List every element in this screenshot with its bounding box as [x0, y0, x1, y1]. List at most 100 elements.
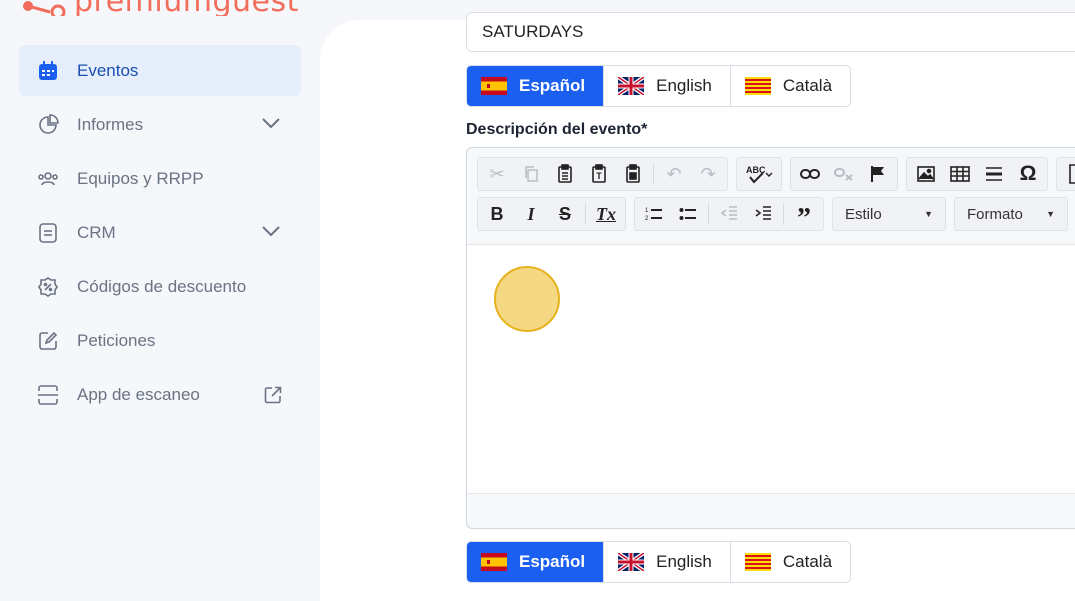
- sidebar-item-label: CRM: [77, 222, 116, 242]
- brand-name: premiumguest: [74, 0, 299, 16]
- tab-espanol[interactable]: Español: [467, 542, 605, 582]
- sidebar-item-peticiones[interactable]: Peticiones: [19, 315, 301, 366]
- italic-icon[interactable]: I: [514, 199, 548, 229]
- description-language-tabs: Español English Català: [466, 65, 852, 107]
- sidebar-item-crm[interactable]: CRM: [19, 207, 301, 258]
- dropdown-arrow-icon: ▼: [924, 209, 933, 219]
- uk-flag-icon: [618, 77, 645, 95]
- redo-icon[interactable]: ↷: [691, 159, 725, 189]
- chevron-down-icon[interactable]: [261, 117, 281, 129]
- paste-word-icon[interactable]: [616, 159, 650, 189]
- format-select[interactable]: Formato ▼: [954, 197, 1068, 231]
- logo-mark-icon: [23, 1, 66, 16]
- chevron-down-icon[interactable]: [261, 225, 281, 237]
- tab-catala[interactable]: Català: [731, 542, 850, 582]
- spain-flag-icon: [481, 553, 507, 571]
- scan-icon: [37, 384, 59, 406]
- sidebar-item-label: Eventos: [77, 60, 139, 80]
- sidebar-item-app-escaneo[interactable]: App de escaneo: [19, 369, 301, 420]
- blockquote-icon[interactable]: ”: [787, 199, 821, 234]
- spellcheck-icon[interactable]: ABC: [739, 159, 779, 189]
- outdent-icon[interactable]: [712, 199, 746, 229]
- brand-logo[interactable]: premiumguest: [20, 0, 299, 16]
- toolbar-separator: [585, 203, 586, 225]
- spain-flag-icon: [481, 77, 507, 95]
- tab-label: Català: [782, 76, 833, 95]
- image-icon[interactable]: [909, 159, 943, 189]
- external-link-icon: [264, 386, 282, 404]
- second-language-tabs: Español English Català: [466, 541, 852, 583]
- event-name-value: SATURDAYS: [482, 22, 584, 41]
- toolbar-separator: [708, 203, 709, 225]
- style-select-label: Estilo: [845, 205, 882, 223]
- strikethrough-icon[interactable]: S: [548, 199, 582, 229]
- sidebar-item-label: Códigos de descuento: [77, 276, 247, 296]
- toolbar-separator: [653, 163, 654, 185]
- sidebar-item-informes[interactable]: Informes: [19, 99, 301, 150]
- indent-icon[interactable]: [746, 199, 780, 229]
- tab-catala[interactable]: Català: [731, 66, 850, 106]
- tab-label: Español: [519, 552, 586, 571]
- link-icon[interactable]: [793, 159, 827, 189]
- document-icon: [37, 222, 59, 244]
- list-group: 12 ”: [634, 197, 824, 234]
- edit-icon: [37, 330, 59, 352]
- bulleted-list-icon[interactable]: [671, 199, 705, 229]
- anchor-flag-icon[interactable]: [861, 159, 895, 189]
- svg-text:1: 1: [645, 208, 649, 214]
- paste-text-icon[interactable]: T: [582, 159, 616, 189]
- svg-text:T: T: [596, 171, 602, 181]
- sidebar-item-label: Peticiones: [77, 330, 156, 350]
- catalonia-flag-icon: [744, 77, 771, 95]
- table-icon[interactable]: [943, 159, 977, 189]
- remove-format-icon[interactable]: Tx: [589, 199, 623, 229]
- sidebar-item-label: Informes: [77, 114, 144, 134]
- numbered-list-icon[interactable]: 12: [637, 199, 671, 229]
- toolbar-separator: [783, 203, 784, 225]
- sidebar-item-label: App de escaneo: [77, 384, 200, 404]
- sidebar-item-equipos[interactable]: Equipos y RRPP: [19, 153, 301, 204]
- sidebar-item-eventos[interactable]: Eventos: [19, 45, 301, 96]
- paste-icon[interactable]: [548, 159, 582, 189]
- editor-toolbar-row-2: B I S Tx 12 ” Estilo ▼ Formato ▼: [477, 197, 1075, 234]
- uk-flag-icon: [618, 553, 645, 571]
- special-char-icon[interactable]: Ω: [1011, 159, 1045, 189]
- sidebar-nav: Eventos Informes Equipos y RRPP CRM Códi…: [19, 45, 301, 423]
- tab-espanol[interactable]: Español: [467, 66, 605, 106]
- clipboard-group: ✂ T ↶ ↷: [477, 157, 728, 191]
- link-group: [790, 157, 898, 191]
- bold-icon[interactable]: B: [480, 199, 514, 229]
- copy-icon[interactable]: [514, 159, 548, 189]
- basic-styles-group: B I S Tx: [477, 197, 626, 231]
- catalonia-flag-icon: [744, 553, 771, 571]
- sidebar: premiumguest Eventos Informes Equipos y …: [0, 0, 320, 601]
- calendar-icon: [37, 60, 59, 82]
- insert-group: Ω: [906, 157, 1048, 191]
- tab-label: Español: [519, 76, 586, 95]
- users-icon: [37, 168, 59, 190]
- tab-label: English: [656, 552, 712, 571]
- cut-icon[interactable]: ✂: [480, 159, 514, 189]
- rich-text-editor: ✂ T ↶ ↷ ABC Ω B I S Tx 1 2 ” Estilo ▼ Fo…: [466, 147, 1075, 529]
- style-select[interactable]: Estilo ▼: [832, 197, 946, 231]
- discount-badge-icon: [37, 276, 59, 298]
- description-label: Descripción del evento*: [466, 121, 648, 138]
- tab-english[interactable]: English: [604, 66, 731, 106]
- undo-icon[interactable]: ↶: [657, 159, 691, 189]
- sidebar-item-codigos[interactable]: Códigos de descuento: [19, 261, 301, 312]
- spellcheck-group: ABC: [736, 157, 782, 191]
- source-code-icon[interactable]: [1059, 159, 1075, 189]
- sidebar-item-label: Equipos y RRPP: [77, 168, 204, 188]
- svg-text:2: 2: [645, 216, 649, 222]
- pie-chart-icon: [37, 113, 59, 136]
- horizontal-rule-icon[interactable]: [977, 159, 1011, 189]
- unlink-icon[interactable]: [827, 159, 861, 189]
- tab-label: English: [656, 76, 712, 95]
- editor-toolbar-row-1: ✂ T ↶ ↷ ABC Ω: [477, 157, 1075, 191]
- tab-english[interactable]: English: [604, 542, 731, 582]
- click-indicator: [494, 266, 560, 332]
- format-select-label: Formato: [967, 205, 1023, 223]
- source-group: [1056, 157, 1075, 191]
- event-name-input[interactable]: SATURDAYS: [466, 12, 1075, 52]
- editor-content-area[interactable]: [467, 244, 1075, 494]
